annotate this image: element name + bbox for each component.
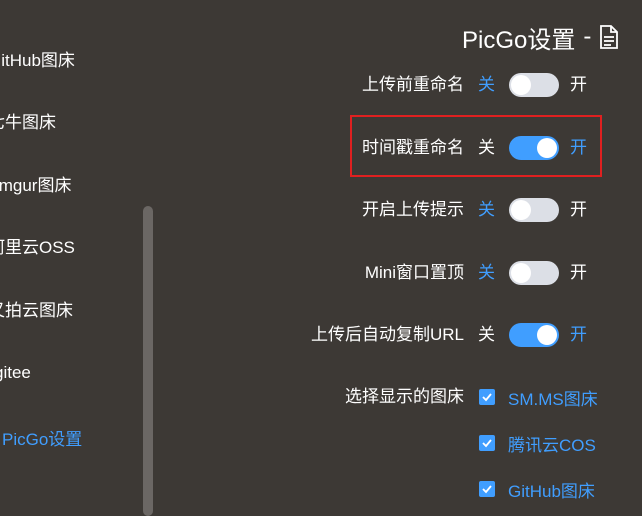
sidebar-item-picgo-settings[interactable]: PicGo设置 bbox=[2, 425, 82, 455]
sidebar-item-github[interactable]: GitHub图床 bbox=[0, 46, 75, 76]
switch-on-label[interactable]: 开 bbox=[570, 195, 587, 225]
rename-before-upload-switch[interactable] bbox=[509, 73, 559, 97]
setting-label: 上传前重命名 bbox=[362, 75, 464, 94]
setting-row-auto-copy-url: 上传后自动复制URL 关 开 bbox=[170, 320, 642, 350]
setting-row-upload-notification: 开启上传提示 关 开 bbox=[170, 195, 642, 225]
setting-row-mini-window-top: Mini窗口置顶 关 开 bbox=[170, 258, 642, 288]
switch-off-label[interactable]: 关 bbox=[478, 258, 495, 288]
picbed-option-smms[interactable]: SM.MS图床 bbox=[479, 384, 598, 410]
sidebar-item-imgur[interactable]: Imgur图床 bbox=[0, 171, 71, 201]
checkbox-label[interactable]: SM.MS图床 bbox=[508, 385, 598, 410]
checkbox-checked-icon[interactable] bbox=[479, 481, 495, 497]
sidebar-scrollbar[interactable] bbox=[143, 206, 153, 516]
checkbox-checked-icon[interactable] bbox=[479, 389, 495, 405]
switch-on-label[interactable]: 开 bbox=[570, 258, 587, 288]
picbed-option-github[interactable]: GitHub图床 bbox=[479, 476, 595, 502]
page-title-text: PicGo设置 bbox=[462, 26, 576, 54]
sidebar-item-gitee[interactable]: gitee bbox=[0, 358, 31, 388]
mini-window-top-switch[interactable] bbox=[509, 261, 559, 285]
setting-row-rename-before-upload: 上传前重命名 关 开 bbox=[170, 70, 642, 100]
upload-notification-switch[interactable] bbox=[509, 198, 559, 222]
picbed-option-tcyun[interactable]: 腾讯云COS bbox=[479, 430, 596, 456]
sidebar-item-qiniu[interactable]: 七牛图床 bbox=[0, 108, 56, 138]
switch-knob bbox=[511, 263, 531, 283]
switch-off-label[interactable]: 关 bbox=[478, 320, 495, 350]
setting-label: 上传后自动复制URL bbox=[310, 325, 464, 344]
switch-knob bbox=[537, 325, 557, 345]
switch-knob bbox=[511, 200, 531, 220]
sidebar: GitHub图床 七牛图床 Imgur图床 阿里云OSS 又拍云图床 gitee… bbox=[0, 0, 160, 516]
setting-label: Mini窗口置顶 bbox=[364, 263, 464, 282]
switch-on-label[interactable]: 开 bbox=[570, 70, 587, 100]
switch-off-label[interactable]: 关 bbox=[478, 195, 495, 225]
setting-label: 选择显示的图床 bbox=[345, 387, 464, 406]
switch-on-label[interactable]: 开 bbox=[570, 320, 587, 350]
switch-off-label[interactable]: 关 bbox=[478, 70, 495, 100]
title-separator: - bbox=[583, 23, 592, 50]
sidebar-item-aliyun[interactable]: 阿里云OSS bbox=[0, 233, 75, 263]
document-icon[interactable] bbox=[599, 25, 619, 49]
checkbox-label[interactable]: 腾讯云COS bbox=[508, 431, 596, 456]
auto-copy-url-switch[interactable] bbox=[509, 323, 559, 347]
page-title: PicGo设置 - bbox=[462, 20, 619, 54]
highlight-box bbox=[350, 115, 602, 177]
checkbox-label[interactable]: GitHub图床 bbox=[508, 477, 595, 502]
sidebar-item-upyun[interactable]: 又拍云图床 bbox=[0, 296, 73, 326]
checkbox-checked-icon[interactable] bbox=[479, 435, 495, 451]
setting-label: 开启上传提示 bbox=[362, 200, 464, 219]
switch-knob bbox=[511, 75, 531, 95]
